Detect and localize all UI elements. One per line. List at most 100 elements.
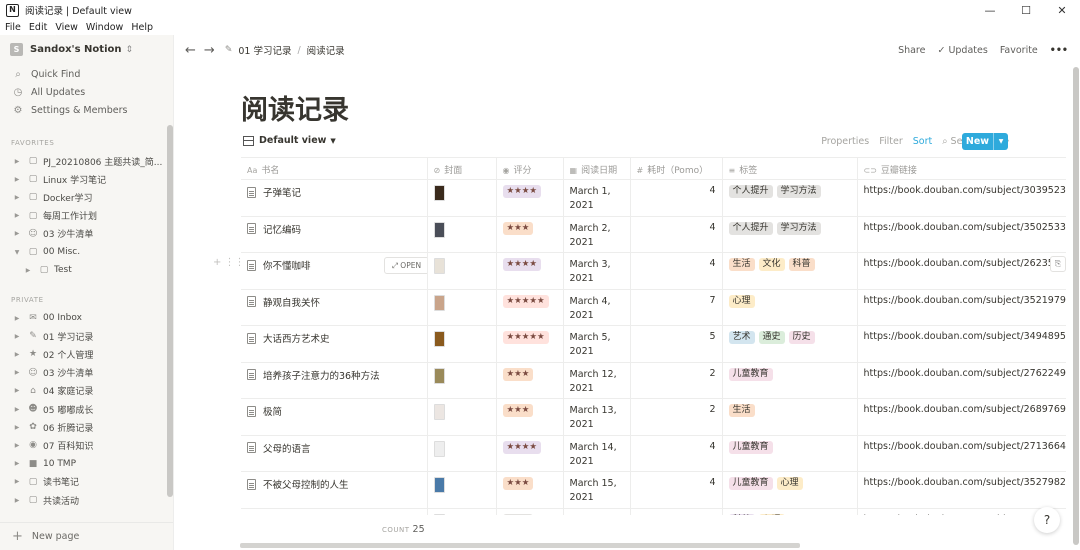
- title-cell[interactable]: 静观自我关怀: [241, 289, 428, 326]
- menu-edit[interactable]: Edit: [29, 22, 47, 33]
- cover-cell[interactable]: [427, 435, 497, 472]
- breadcrumb-current[interactable]: 阅读记录: [307, 43, 345, 57]
- favorite-button[interactable]: Favorite: [1000, 45, 1038, 56]
- book-cover-thumbnail[interactable]: [433, 294, 445, 311]
- vertical-scrollbar[interactable]: [1073, 67, 1079, 545]
- cover-cell[interactable]: [427, 362, 497, 399]
- date-cell[interactable]: March 5, 2021: [563, 325, 631, 363]
- sidebar-item[interactable]: ▶ ✿ 06 折腾记录: [0, 418, 166, 436]
- pomo-cell[interactable]: 4: [630, 216, 723, 253]
- sidebar-item[interactable]: ▶ ▢ 读书笔记: [0, 473, 166, 491]
- pomo-cell[interactable]: 4: [630, 179, 723, 217]
- cover-cell[interactable]: [427, 325, 497, 363]
- close-icon[interactable]: ✕: [1044, 0, 1080, 20]
- rating-cell[interactable]: ★★★★: [496, 435, 564, 472]
- sidebar-item[interactable]: ▶ ◉ 07 百科知识: [0, 436, 166, 454]
- rating-cell[interactable]: ★★★: [496, 398, 564, 436]
- book-cover-thumbnail[interactable]: [433, 477, 445, 493]
- date-cell[interactable]: March 3, 2021: [563, 252, 631, 290]
- triangle-right-icon[interactable]: ▶: [13, 497, 21, 504]
- title-cell[interactable]: 培养孩子注意力的36种方法: [241, 362, 428, 399]
- tags-cell[interactable]: 儿童教育: [722, 435, 858, 472]
- book-cover-thumbnail[interactable]: [433, 221, 445, 238]
- triangle-right-icon[interactable]: ▶: [13, 158, 21, 165]
- menu-window[interactable]: Window: [86, 22, 123, 33]
- title-cell[interactable]: 大话西方艺术史: [241, 325, 428, 363]
- douban-link-cell[interactable]: https://book.douban.com/subject/26235467…: [857, 252, 1066, 290]
- rating-cell[interactable]: ★★★★★: [496, 289, 564, 326]
- pomo-cell[interactable]: 3: [630, 508, 723, 515]
- copy-link-icon[interactable]: ⎘: [1050, 256, 1066, 272]
- table-row[interactable]: 不被父母控制的人生 ★★★ March 15, 2021 4 儿童教育 心理 https://…: [241, 471, 1066, 509]
- book-title[interactable]: 记忆编码: [263, 222, 301, 236]
- triangle-right-icon[interactable]: ▶: [13, 176, 21, 183]
- quick-find[interactable]: ⌕ Quick Find: [12, 69, 80, 80]
- sidebar-item[interactable]: ▶ ▢ 共读活动: [0, 491, 166, 509]
- sidebar-item[interactable]: ▶ ☻ 05 嘟嘟成长: [0, 400, 166, 418]
- triangle-right-icon[interactable]: ▶: [13, 442, 21, 449]
- triangle-right-icon[interactable]: ▶: [13, 387, 21, 394]
- sidebar-item[interactable]: ▶ ▢ 每周工作计划: [0, 207, 166, 225]
- horizontal-scrollbar[interactable]: [240, 543, 800, 548]
- book-title[interactable]: 静观自我关怀: [263, 295, 320, 309]
- sidebar-item[interactable]: ▶ ★ 02 个人管理: [0, 345, 166, 363]
- title-cell[interactable]: 记忆编码: [241, 216, 428, 253]
- tags-cell[interactable]: 生活 文化 科普: [722, 252, 858, 290]
- cover-cell[interactable]: [427, 508, 497, 515]
- book-cover-thumbnail[interactable]: [433, 185, 445, 201]
- forward-arrow-icon[interactable]: →: [204, 43, 215, 58]
- triangle-right-icon[interactable]: ▶: [13, 333, 21, 340]
- sidebar-item[interactable]: ▶ ▢ PJ_20210806 主题共读_简...: [0, 152, 166, 170]
- book-title[interactable]: 培养孩子注意力的36种方法: [263, 368, 380, 382]
- book-cover-thumbnail[interactable]: [433, 513, 445, 515]
- table-row[interactable]: 父母的语言 ★★★★ March 14, 2021 4 儿童教育 https://book.…: [241, 435, 1066, 472]
- pomo-cell[interactable]: 7: [630, 289, 723, 326]
- tags-cell[interactable]: 艺术 通史 历史: [722, 325, 858, 363]
- menu-file[interactable]: File: [5, 22, 21, 33]
- triangle-down-icon[interactable]: ▼: [13, 249, 21, 256]
- triangle-right-icon[interactable]: ▶: [13, 424, 21, 431]
- douban-link-cell[interactable]: https://book.douban.com/subject/35219793…: [857, 289, 1066, 326]
- tags-cell[interactable]: 儿童教育: [722, 362, 858, 399]
- book-title[interactable]: 大话西方艺术史: [263, 331, 330, 345]
- tags-cell[interactable]: 科普心理: [722, 508, 858, 515]
- table-row[interactable]: 静观自我关怀 ★★★★★ March 4, 2021 7 心理 https://book.d…: [241, 289, 1066, 326]
- sidebar-item[interactable]: ▼ ▢ 00 Misc.: [0, 243, 166, 261]
- tags-cell[interactable]: 个人提升 学习方法: [722, 179, 858, 217]
- pomo-cell[interactable]: 2: [630, 398, 723, 436]
- sidebar-item[interactable]: ▶ ▢ Linux 学习笔记: [0, 170, 166, 188]
- maximize-icon[interactable]: ☐: [1008, 0, 1044, 20]
- triangle-right-icon[interactable]: ▶: [13, 478, 21, 485]
- breadcrumb-parent[interactable]: 01 学习记录: [238, 43, 291, 57]
- date-cell[interactable]: March 4, 2021: [563, 289, 631, 326]
- table-row[interactable]: 记忆编码 ★★★ March 2, 2021 4 个人提升 学习方法 https://book…: [241, 216, 1066, 253]
- book-title[interactable]: 不被父母控制的人生: [263, 477, 349, 491]
- new-button[interactable]: New ▼: [962, 133, 1008, 150]
- triangle-right-icon[interactable]: ▶: [13, 369, 21, 376]
- minimize-icon[interactable]: —: [972, 0, 1008, 20]
- cover-cell[interactable]: [427, 252, 497, 290]
- updates-button[interactable]: ✓ Updates: [937, 45, 987, 56]
- rating-cell[interactable]: ★★★★: [496, 179, 564, 217]
- book-cover-thumbnail[interactable]: [433, 440, 445, 457]
- book-title[interactable]: 你不懂咖啡: [263, 258, 311, 272]
- triangle-right-icon[interactable]: ▶: [13, 194, 21, 201]
- rating-cell[interactable]: ★★★★★: [496, 325, 564, 363]
- help-button[interactable]: ?: [1034, 507, 1060, 533]
- triangle-right-icon[interactable]: ▶: [13, 212, 21, 219]
- douban-link-cell[interactable]: https://book.douban.com/subject/26897699…: [857, 398, 1066, 436]
- pomo-cell[interactable]: 5: [630, 325, 723, 363]
- chevron-down-icon[interactable]: ▼: [994, 133, 1008, 150]
- book-cover-thumbnail[interactable]: [433, 367, 445, 384]
- table-row[interactable]: 大话西方艺术史 ★★★★★ March 5, 2021 5 艺术 通史 历史 https://b…: [241, 325, 1066, 363]
- title-cell[interactable]: 你不懂咖啡 ⤢ OPEN: [241, 252, 428, 290]
- column-header[interactable]: # 耗时（Pomo）: [630, 157, 723, 180]
- book-cover-thumbnail[interactable]: [433, 258, 445, 274]
- cover-cell[interactable]: [427, 289, 497, 326]
- book-title[interactable]: 极简: [263, 404, 282, 418]
- date-cell[interactable]: March 16,2021: [563, 508, 631, 515]
- row-drag-handle-icon[interactable]: + ⋮⋮: [213, 257, 245, 268]
- view-selector[interactable]: Default view ▼: [243, 135, 336, 146]
- column-header[interactable]: ⊘ 封面: [427, 157, 497, 180]
- rating-cell[interactable]: ★★★: [496, 508, 564, 515]
